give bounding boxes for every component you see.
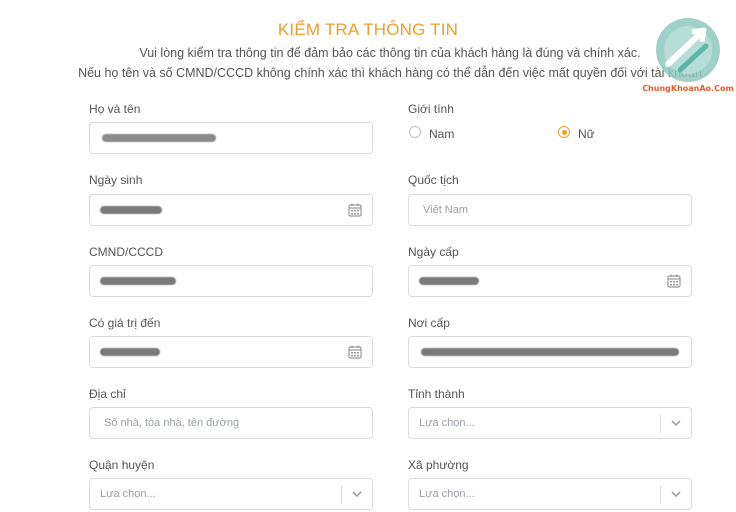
instruction-line-1: Vui lòng kiểm tra thông tin để đảm bảo c… [139, 46, 641, 60]
ward-placeholder: Lựa chọn... [419, 488, 475, 500]
gender-radio-nam[interactable] [409, 126, 421, 138]
gender-option-nu: Nữ [578, 127, 595, 141]
chevron-down-icon[interactable] [670, 488, 682, 500]
redacted-value [100, 348, 160, 356]
province-label: Tỉnh thành [408, 387, 465, 401]
issue-place-label: Nơi cấp [408, 316, 450, 330]
nationality-label: Quốc tịch [408, 173, 459, 187]
chevron-down-icon[interactable] [351, 488, 363, 500]
nationality-field[interactable]: Việt Nam [408, 194, 692, 226]
valid-until-field[interactable] [89, 336, 373, 368]
nationality-placeholder: Việt Nam [423, 204, 469, 216]
id-number-field[interactable] [89, 265, 373, 297]
dob-field[interactable] [89, 194, 373, 226]
ward-label: Xã phường [408, 458, 469, 472]
chevron-down-icon[interactable] [670, 417, 682, 429]
redacted-value [100, 277, 176, 285]
select-divider [660, 415, 661, 433]
select-divider [660, 486, 661, 504]
district-select[interactable]: Lựa chọn... [89, 478, 373, 510]
gender-label: Giới tính [408, 102, 454, 116]
province-select[interactable]: Lựa chọn... [408, 407, 692, 439]
gender-option-nam: Nam [429, 127, 455, 141]
issue-place-field[interactable] [408, 336, 692, 368]
address-field[interactable]: Số nhà, tòa nhà, tên đường [89, 407, 373, 439]
gender-radio-nu[interactable] [558, 126, 570, 138]
ward-select[interactable]: Lựa chọn... [408, 478, 692, 510]
select-divider [341, 486, 342, 504]
calendar-icon[interactable] [667, 274, 681, 288]
calendar-icon[interactable] [348, 345, 362, 359]
redacted-value [102, 134, 216, 142]
district-label: Quận huyện [89, 458, 155, 472]
redacted-value [421, 348, 679, 356]
watermark-text: ChungKhoanAo.Com [642, 84, 734, 93]
redacted-value [100, 206, 162, 214]
full-name-field[interactable] [89, 122, 373, 154]
district-placeholder: Lựa chọn... [100, 488, 156, 500]
id-number-label: CMND/CCCD [89, 245, 163, 259]
issue-date-label: Ngày cấp [408, 245, 459, 259]
full-name-label: Họ và tên [89, 102, 141, 116]
province-placeholder: Lựa chọn... [419, 417, 475, 429]
redacted-value [419, 277, 479, 285]
valid-until-label: Có giá trị đến [89, 316, 161, 330]
issue-date-field[interactable] [408, 265, 692, 297]
calendar-icon[interactable] [348, 203, 362, 217]
address-label: Địa chỉ [89, 387, 126, 401]
dob-label: Ngày sinh [89, 173, 143, 187]
instruction-line-2: Nếu họ tên và số CMND/CCCD không chính x… [78, 66, 702, 80]
address-placeholder: Số nhà, tòa nhà, tên đường [104, 417, 240, 429]
page-title: KIỂM TRA THÔNG TIN [277, 20, 459, 39]
